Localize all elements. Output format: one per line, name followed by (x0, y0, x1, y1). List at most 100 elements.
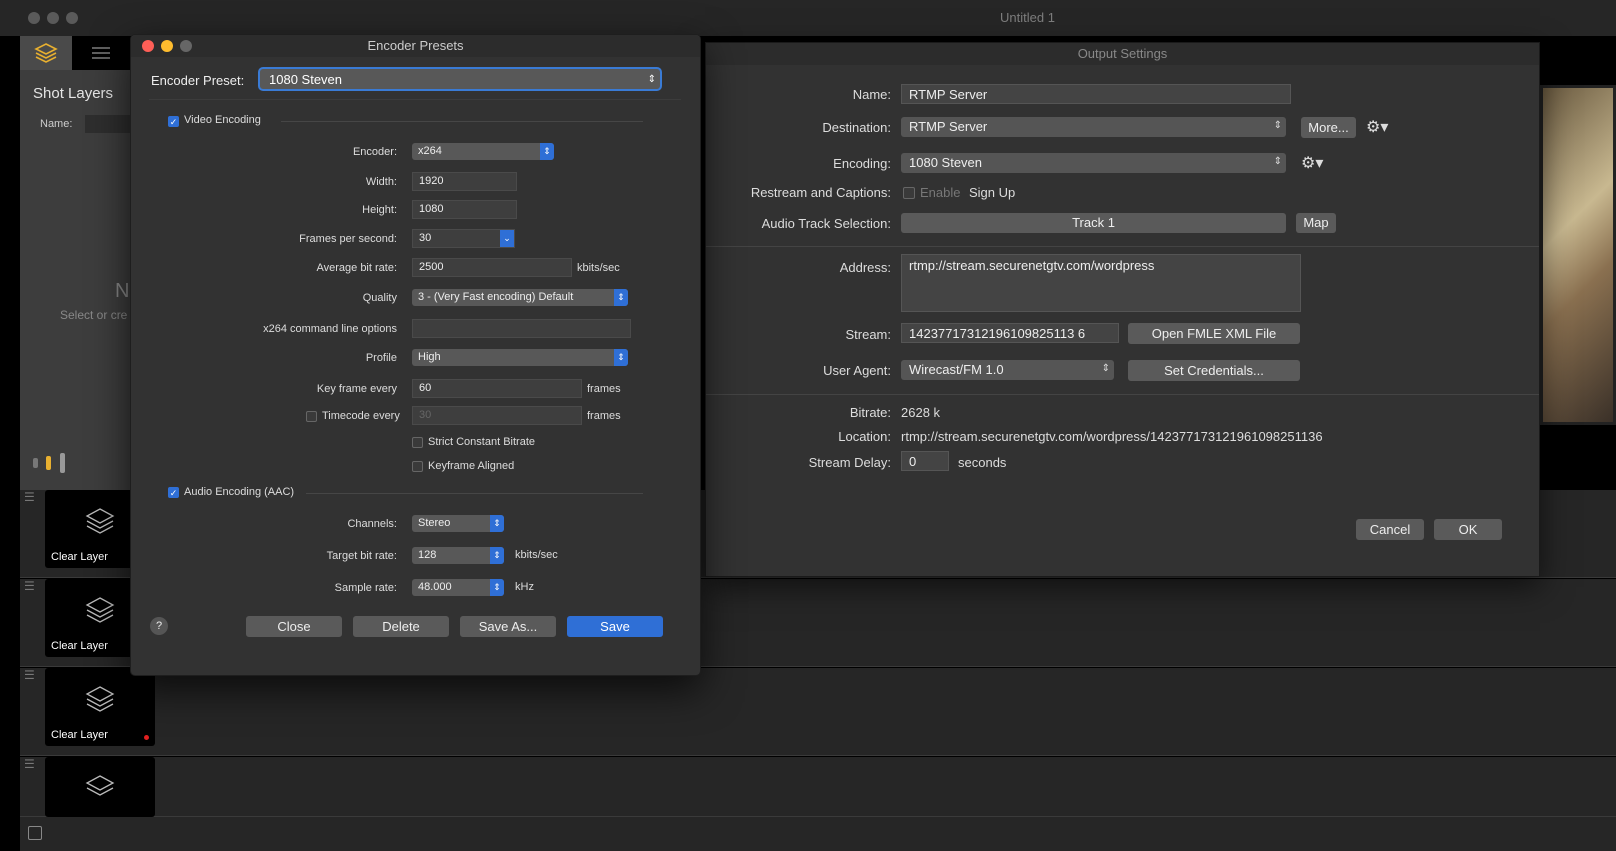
strict-cbr-checkbox[interactable] (412, 437, 423, 448)
cmdline-field[interactable] (412, 319, 631, 338)
help-button[interactable]: ? (150, 617, 168, 635)
name-label: Name: (40, 118, 73, 130)
close-dialog-button[interactable] (142, 40, 154, 52)
address-label: Address: (839, 260, 891, 275)
timecode-checkbox[interactable] (306, 411, 317, 422)
placeholder-text: Select or cre (60, 308, 128, 322)
layer-label: Clear Layer (51, 729, 108, 741)
sample-rate-unit: kHz (515, 581, 534, 593)
zoom-dialog-button[interactable] (180, 40, 192, 52)
fps-value: 30 (419, 232, 432, 244)
meter-bar (46, 456, 51, 470)
stream-delay-field[interactable]: 0 (901, 451, 949, 471)
chevron-updown-icon: ⇕ (490, 547, 504, 564)
calendar-icon[interactable] (28, 826, 42, 840)
channels-label: Channels: (347, 518, 397, 530)
zoom-window-button[interactable] (66, 12, 78, 24)
gear-icon[interactable]: ⚙▾ (1366, 117, 1388, 137)
audio-encoding-checkbox[interactable]: ✓ (168, 487, 179, 498)
minimize-dialog-button[interactable] (161, 40, 173, 52)
address-field[interactable]: rtmp://stream.securenetgtv.com/wordpress (901, 254, 1301, 312)
save-button[interactable]: Save (567, 616, 663, 637)
bottom-bar (20, 817, 1616, 851)
profile-select[interactable]: High ⇕ (412, 349, 628, 366)
stream-label: Stream: (845, 327, 891, 342)
timecode-field[interactable]: 30 (412, 406, 582, 425)
name-field[interactable]: RTMP Server (901, 84, 1291, 104)
width-field[interactable]: 1920 (412, 172, 517, 191)
layer-thumbnail[interactable]: Clear Layer (45, 668, 155, 746)
drag-handle-icon[interactable]: ☰ (24, 490, 35, 504)
destination-select[interactable]: RTMP Server ⇕ (901, 117, 1286, 137)
drag-handle-icon[interactable]: ☰ (24, 579, 35, 593)
strict-cbr-label: Strict Constant Bitrate (428, 436, 535, 448)
keyframe-aligned-checkbox[interactable] (412, 461, 423, 472)
video-preview (1540, 85, 1616, 425)
avg-bitrate-field[interactable]: 2500 (412, 258, 572, 277)
restream-label: Restream and Captions: (750, 185, 891, 200)
preset-select[interactable]: 1080 Steven ⇕ (258, 67, 662, 91)
avg-bitrate-label: Average bit rate: (316, 262, 397, 274)
preset-label: Encoder Preset: (151, 73, 245, 88)
ok-button[interactable]: OK (1434, 519, 1502, 540)
user-agent-select[interactable]: Wirecast/FM 1.0 ⇕ (901, 360, 1114, 380)
separator (281, 121, 643, 122)
separator (149, 99, 681, 100)
main-titlebar: Untitled 1 (0, 0, 1616, 36)
target-bitrate-select[interactable]: 128 ⇕ (412, 547, 504, 564)
close-button[interactable]: Close (246, 616, 342, 637)
meter-bar (33, 458, 38, 468)
name-input[interactable] (85, 115, 135, 133)
save-as-button[interactable]: Save As... (460, 616, 556, 637)
map-button[interactable]: Map (1296, 213, 1336, 233)
open-fmle-button[interactable]: Open FMLE XML File (1128, 323, 1300, 344)
drag-handle-icon[interactable]: ☰ (24, 668, 35, 682)
layer-label: Clear Layer (51, 640, 108, 652)
gear-icon[interactable]: ⚙▾ (1301, 153, 1323, 173)
signup-link[interactable]: Sign Up (969, 185, 1015, 200)
fps-field[interactable]: 30 ⌄ (412, 229, 515, 248)
chevron-updown-icon: ⇕ (1273, 120, 1282, 131)
sample-rate-select[interactable]: 48.000 ⇕ (412, 579, 504, 596)
stream-delay-unit: seconds (958, 455, 1007, 470)
keyframe-field[interactable]: 60 (412, 379, 582, 398)
target-bitrate-value: 128 (418, 549, 437, 561)
shot-layers-title: Shot Layers (33, 85, 114, 102)
layer-row: ☰ Clear Layer (20, 668, 1616, 756)
drag-handle-icon[interactable]: ☰ (24, 757, 35, 771)
audio-track-button[interactable]: Track 1 (901, 213, 1286, 233)
cancel-button[interactable]: Cancel (1356, 519, 1424, 540)
video-encoding-checkbox[interactable]: ✓ (168, 116, 179, 127)
encoder-presets-dialog: Encoder Presets Encoder Preset: 1080 Ste… (130, 34, 701, 676)
layer-thumbnail[interactable] (45, 757, 155, 817)
encoder-value: x264 (418, 145, 442, 157)
audio-encoding-label: Audio Encoding (AAC) (184, 486, 295, 498)
height-label: Height: (362, 204, 397, 216)
layers-tab[interactable] (20, 36, 72, 70)
live-indicator (144, 735, 149, 740)
close-window-button[interactable] (28, 12, 40, 24)
avg-bitrate-unit: kbits/sec (577, 262, 620, 274)
height-field[interactable]: 1080 (412, 200, 517, 219)
encoding-select[interactable]: 1080 Steven ⇕ (901, 153, 1286, 173)
more-button[interactable]: More... (1301, 117, 1356, 138)
quality-select[interactable]: 3 - (Very Fast encoding) Default ⇕ (412, 289, 628, 306)
set-credentials-button[interactable]: Set Credentials... (1128, 360, 1300, 381)
minimize-window-button[interactable] (47, 12, 59, 24)
encoder-select[interactable]: x264 ⇕ (412, 143, 554, 160)
chevron-down-icon[interactable]: ⌄ (500, 230, 514, 247)
layers-icon (85, 508, 115, 534)
stream-field[interactable]: 14237717312196109825113 6 (901, 323, 1119, 343)
encoder-label: Encoder: (352, 146, 397, 158)
layers-icon (34, 43, 58, 63)
layers-icon (85, 686, 115, 712)
enable-label: Enable (920, 185, 961, 200)
delete-button[interactable]: Delete (353, 616, 449, 637)
keyframe-unit: frames (587, 383, 621, 395)
enable-checkbox[interactable] (903, 187, 915, 199)
properties-tab[interactable] (80, 36, 132, 70)
channels-select[interactable]: Stereo ⇕ (412, 515, 504, 532)
layers-icon (85, 597, 115, 623)
keyframe-label: Key frame every (316, 383, 397, 395)
layer-label: Clear Layer (51, 551, 108, 563)
